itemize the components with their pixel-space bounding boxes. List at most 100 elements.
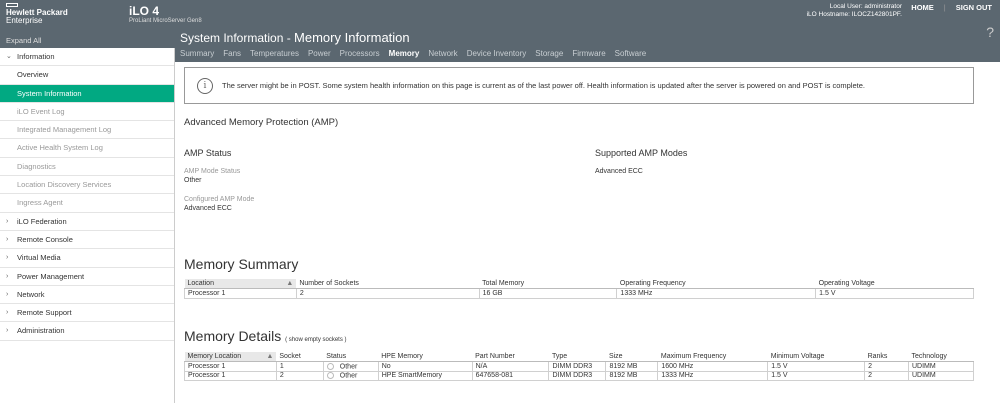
sign-out-link[interactable]: SIGN OUT	[956, 3, 992, 12]
table-cell: 2	[864, 370, 909, 381]
sidebar-item-ingress-agent[interactable]: Ingress Agent	[0, 194, 174, 213]
sidebar-item-label: iLO Federation	[17, 216, 67, 226]
column-header[interactable]: Location ▲	[184, 279, 297, 289]
table-cell: Other	[322, 361, 379, 372]
sidebar-item-remote-console[interactable]: › Remote Console	[0, 231, 174, 250]
table-header-row: Memory Location ▲ Socket Status HPE Memory Pa…	[184, 352, 974, 362]
sidebar-item-virtual-media[interactable]: › Virtual Media	[0, 249, 174, 268]
sidebar-item-label: Information	[17, 52, 55, 61]
table-cell: UDIMM	[908, 361, 974, 372]
tab-summary[interactable]: Summary	[180, 49, 214, 58]
status-unknown-icon	[326, 362, 334, 370]
sort-ascending-icon[interactable]: ▲	[266, 353, 273, 360]
sidebar-item-overview[interactable]: Overview	[0, 66, 174, 85]
column-header[interactable]: Type	[548, 352, 606, 362]
table-cell: 8192 MB	[605, 370, 659, 381]
column-header[interactable]: Maximum Frequency	[657, 352, 768, 362]
table-cell: Processor 1	[184, 288, 297, 299]
table-cell: N/A	[471, 361, 550, 372]
table-cell: Other	[322, 370, 379, 381]
memory-details-table: Memory Location ▲ Socket Status HPE Memory Pa…	[184, 352, 974, 381]
user-info: Local User: administrator iLO Hostname: I…	[806, 3, 902, 18]
sidebar-item-active-health-system-log[interactable]: Active Health System Log	[0, 139, 174, 158]
sidebar-item-integrated-management-log[interactable]: Integrated Management Log	[0, 121, 174, 140]
column-header[interactable]: Technology	[908, 352, 974, 362]
sidebar-item-location-discovery-services[interactable]: Location Discovery Services	[0, 176, 174, 195]
tab-bar: Summary Fans Temperatures Power Processors Me…	[180, 49, 655, 58]
sort-ascending-icon[interactable]: ▲	[286, 280, 293, 287]
column-header[interactable]: Part Number	[472, 352, 549, 362]
hpe-logo: Hewlett Packard Enterprise	[6, 3, 68, 25]
tab-power[interactable]: Power	[308, 49, 331, 58]
sidebar-item-network[interactable]: › Network	[0, 286, 174, 305]
sidebar-item-label: System Information	[17, 88, 82, 98]
table-cell: 2	[275, 370, 324, 381]
sidebar-item-label: Location Discovery Services	[17, 180, 112, 190]
table-cell: UDIMM	[908, 370, 974, 381]
column-header[interactable]: HPE Memory	[378, 352, 473, 362]
tab-network[interactable]: Network	[428, 49, 457, 58]
column-header[interactable]: Minimum Voltage	[767, 352, 865, 362]
sidebar-item-ilo-federation[interactable]: › iLO Federation	[0, 213, 174, 231]
tab-software[interactable]: Software	[615, 49, 647, 58]
sidebar-item-ilo-event-log[interactable]: iLO Event Log	[0, 103, 174, 122]
info-icon: i	[197, 77, 213, 94]
table-header-row: Location ▲ Number of Sockets Total Memory Op…	[184, 279, 974, 289]
table-row: Processor 1 1 Other No N/A DIMM DDR3 8192 MB 16…	[184, 361, 974, 372]
tab-fans[interactable]: Fans	[223, 49, 241, 58]
tab-device-inventory[interactable]: Device Inventory	[467, 49, 527, 58]
table-cell: Processor 1	[184, 361, 277, 372]
column-header[interactable]: Number of Sockets	[296, 279, 480, 289]
table-row: Processor 1 2 16 GB 1333 MHz 1.5 V	[184, 288, 974, 299]
tab-firmware[interactable]: Firmware	[572, 49, 605, 58]
table-cell: 1.5 V	[767, 361, 866, 372]
tab-storage[interactable]: Storage	[535, 49, 563, 58]
amp-mode-status-value: Other	[184, 177, 202, 184]
show-empty-sockets-link[interactable]: ( show empty sockets )	[285, 337, 346, 343]
sidebar-item-power-management[interactable]: › Power Management	[0, 268, 174, 286]
home-link[interactable]: HOME	[911, 3, 934, 12]
sidebar-item-label: Diagnostics	[17, 161, 56, 171]
table-cell: 1.5 V	[767, 370, 866, 381]
sidebar-item-label: Integrated Management Log	[17, 125, 112, 135]
column-header[interactable]: Operating Frequency	[616, 279, 816, 289]
sidebar: ⌄ Information Overview System Information iL…	[0, 48, 175, 403]
amp-status-title: AMP Status	[184, 148, 232, 158]
column-header[interactable]: Status	[323, 352, 379, 362]
chevron-right-icon: ›	[6, 217, 9, 225]
sidebar-item-administration[interactable]: › Administration	[0, 322, 174, 341]
column-header[interactable]: Size	[605, 352, 658, 362]
column-header[interactable]: Socket	[276, 352, 324, 362]
expand-all-link[interactable]: Expand All	[6, 36, 41, 45]
tab-processors[interactable]: Processors	[340, 49, 380, 58]
chevron-down-icon: ⌄	[6, 53, 12, 60]
chevron-right-icon: ›	[6, 290, 9, 298]
sidebar-item-information[interactable]: ⌄ Information	[0, 48, 174, 67]
table-cell: 8192 MB	[605, 361, 659, 372]
column-header[interactable]: Memory Location ▲	[184, 352, 277, 362]
chevron-right-icon: ›	[6, 309, 9, 317]
configured-amp-label: Configured AMP Mode	[184, 196, 255, 203]
sidebar-item-label: Remote Console	[17, 234, 73, 244]
product-info: iLO 4 ProLiant MicroServer Gen8	[129, 4, 202, 24]
post-alert: i The server might be in POST. Some syste…	[184, 67, 974, 104]
chevron-right-icon: ›	[6, 272, 9, 280]
sidebar-item-label: Power Management	[17, 271, 85, 281]
sidebar-item-label: Active Health System Log	[17, 143, 103, 153]
column-header[interactable]: Total Memory	[479, 279, 617, 289]
column-header[interactable]: Operating Voltage	[815, 279, 974, 289]
table-cell: 1	[275, 361, 324, 372]
column-header[interactable]: Ranks	[864, 352, 909, 362]
tab-temperatures[interactable]: Temperatures	[250, 49, 299, 58]
configured-amp-value: Advanced ECC	[184, 205, 232, 212]
amp-title: Advanced Memory Protection (AMP)	[184, 117, 339, 128]
tab-memory[interactable]: Memory	[389, 49, 420, 58]
sidebar-item-remote-support[interactable]: › Remote Support	[0, 304, 174, 323]
sidebar-item-diagnostics[interactable]: Diagnostics	[0, 158, 174, 177]
table-cell: 1333 MHz	[657, 370, 769, 381]
sidebar-item-label: Network	[17, 289, 45, 299]
help-icon[interactable]: ?	[986, 24, 994, 40]
table-cell: 2	[864, 361, 909, 372]
sidebar-item-system-information[interactable]: System Information	[0, 84, 174, 103]
main-content: i The server might be in POST. Some syste…	[176, 62, 1000, 403]
